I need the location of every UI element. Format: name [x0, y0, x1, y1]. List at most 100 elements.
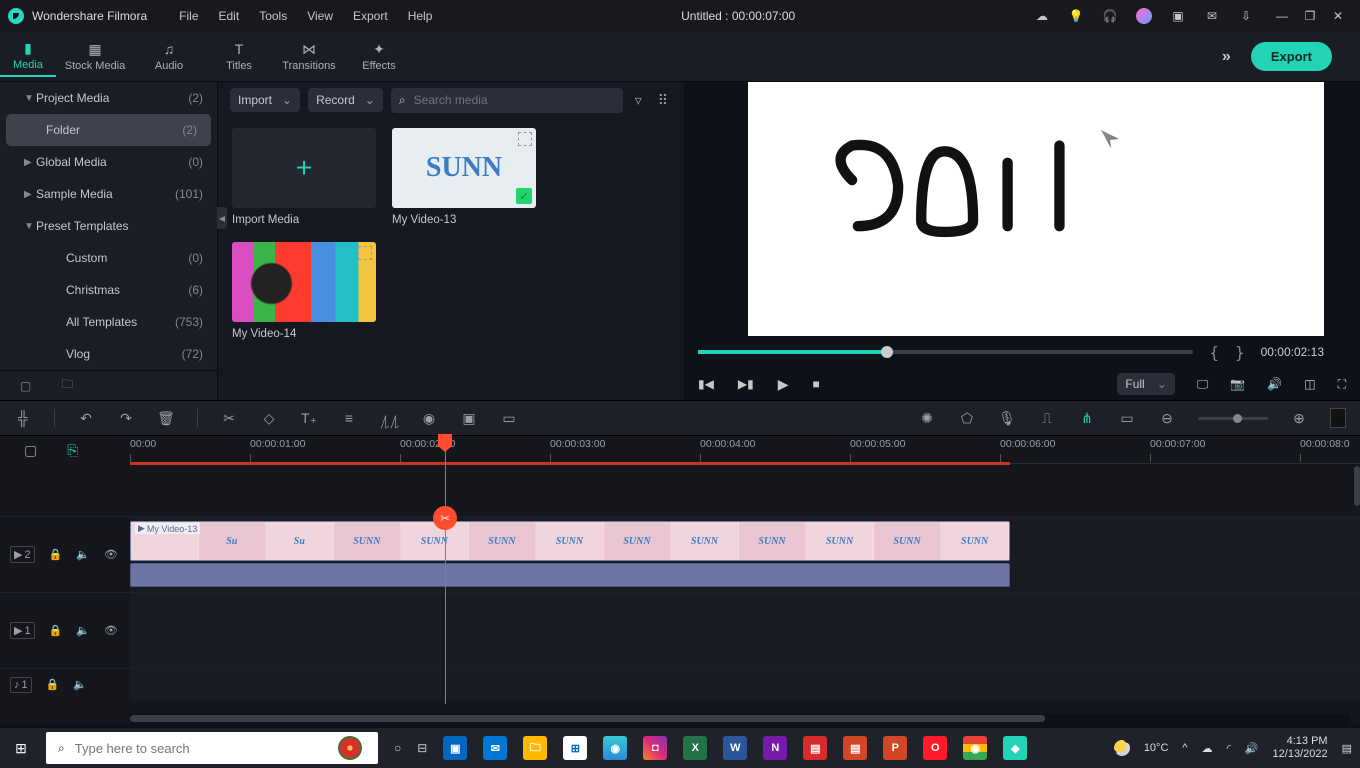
menu-tools[interactable]: Tools: [249, 9, 297, 23]
search-media-input[interactable]: ⌕: [391, 88, 623, 113]
crop-icon[interactable]: ◇: [260, 410, 278, 427]
marker-icon[interactable]: ⬠: [958, 410, 976, 427]
search-field[interactable]: [414, 93, 615, 107]
app-store-icon[interactable]: ▣: [443, 736, 467, 760]
compare-icon[interactable]: ◫: [1304, 377, 1315, 391]
stop-button[interactable]: ■: [812, 377, 819, 391]
mark-in-button[interactable]: {: [1209, 343, 1219, 362]
text-tool-icon[interactable]: T₊: [300, 410, 318, 427]
maximize-button[interactable]: ❐: [1296, 9, 1324, 23]
record-dropdown[interactable]: Record⌄: [308, 88, 383, 112]
next-frame-button[interactable]: ▶▮: [738, 377, 754, 391]
media-tile-video14[interactable]: My Video-14: [232, 242, 376, 340]
tab-effects[interactable]: ✦ Effects: [344, 37, 414, 76]
folder-icon[interactable]: 🗀: [61, 375, 73, 396]
lock-icon[interactable]: 🔒: [49, 548, 63, 561]
wifi-icon[interactable]: ◜: [1227, 742, 1231, 755]
green-screen-icon[interactable]: ▣: [460, 410, 478, 427]
menu-export[interactable]: Export: [343, 9, 398, 23]
mail-icon[interactable]: ✉: [1204, 8, 1220, 24]
media-tile-video13[interactable]: SUNN ✓ My Video-13: [392, 128, 536, 226]
volume-tray-icon[interactable]: 🔊: [1245, 742, 1259, 755]
tree-sample-media[interactable]: ▶Sample Media(101): [0, 178, 217, 210]
notifications-icon[interactable]: ▤: [1342, 742, 1352, 755]
tab-stock-media[interactable]: ▦ Stock Media: [56, 37, 134, 76]
tree-folder[interactable]: Folder(2): [6, 114, 211, 146]
split-icon[interactable]: ✂: [220, 410, 238, 427]
menu-file[interactable]: File: [169, 9, 208, 23]
voice-icon[interactable]: 🎙: [998, 410, 1016, 427]
export-button[interactable]: Export: [1251, 42, 1332, 71]
tree-vlog[interactable]: Vlog(72): [0, 338, 217, 370]
track-audio1-label[interactable]: ♪ 1: [10, 677, 32, 693]
idea-icon[interactable]: 💡: [1068, 8, 1084, 24]
play-button[interactable]: ▶: [778, 376, 789, 393]
start-button[interactable]: ⊞: [0, 728, 42, 768]
tab-media[interactable]: ▮ Media: [0, 36, 56, 77]
save-icon[interactable]: ▣: [1170, 8, 1186, 24]
preview-scrubber[interactable]: [698, 350, 1193, 354]
app-filmora-icon[interactable]: ◆: [1003, 736, 1027, 760]
display-icon[interactable]: 🖵: [1197, 377, 1209, 392]
tree-project-media[interactable]: ▼Project Media(2): [0, 82, 217, 114]
redo-icon[interactable]: ↷: [117, 410, 135, 427]
app-opera-icon[interactable]: O: [923, 736, 947, 760]
zoom-in-icon[interactable]: ⊕: [1290, 410, 1308, 427]
tray-chevron-icon[interactable]: ^: [1182, 742, 1187, 754]
volume-icon[interactable]: 🔊: [1267, 377, 1282, 391]
import-media-tile[interactable]: + Import Media: [232, 128, 376, 226]
audio-mixer-icon[interactable]: ⎍: [1038, 410, 1056, 427]
mute-icon[interactable]: 🔈: [76, 548, 90, 561]
taskbar-search[interactable]: ⌕: [46, 732, 378, 764]
task-view-icon[interactable]: ⊟: [417, 741, 427, 755]
speed-icon[interactable]: ≡: [340, 410, 358, 426]
delete-icon[interactable]: 🗑: [157, 410, 175, 427]
tree-preset-templates[interactable]: ▼Preset Templates: [0, 210, 217, 242]
timeline-hscroll[interactable]: [130, 714, 1350, 724]
mute-icon[interactable]: 🔈: [73, 678, 87, 691]
menu-view[interactable]: View: [297, 9, 343, 23]
undo-icon[interactable]: ↶: [77, 410, 95, 427]
timeline-mode-icon[interactable]: [1330, 408, 1346, 428]
app-powerpoint2-icon[interactable]: ▤: [843, 736, 867, 760]
download-icon[interactable]: ⇩: [1238, 8, 1254, 24]
tab-audio[interactable]: ♫ Audio: [134, 37, 204, 76]
taskbar-search-input[interactable]: [75, 741, 315, 756]
adjust-icon[interactable]: ႔႔: [380, 408, 398, 429]
collapse-sidebar-icon[interactable]: ◀: [217, 207, 227, 229]
lock-icon[interactable]: 🔒: [46, 678, 60, 691]
app-chrome-icon[interactable]: ◉: [963, 736, 987, 760]
playhead-split-icon[interactable]: ✂: [433, 506, 457, 530]
render-icon[interactable]: ▭: [1118, 410, 1136, 427]
link-icon[interactable]: ▢: [24, 442, 37, 459]
mark-out-button[interactable]: }: [1235, 343, 1245, 362]
cortana-icon[interactable]: ○: [394, 741, 401, 755]
track-video2-label[interactable]: ▶ 2: [10, 546, 35, 563]
track-video1-label[interactable]: ▶ 1: [10, 622, 35, 639]
snapshot-icon[interactable]: 📷: [1230, 377, 1245, 391]
filter-icon[interactable]: ▿: [631, 92, 646, 109]
mute-icon[interactable]: 🔈: [76, 624, 90, 637]
zoom-slider[interactable]: [1198, 417, 1268, 420]
color-icon[interactable]: ◉: [420, 410, 438, 427]
tree-global-media[interactable]: ▶Global Media(0): [0, 146, 217, 178]
tab-titles[interactable]: T Titles: [204, 37, 274, 76]
detach-audio-icon[interactable]: ▭: [500, 410, 518, 427]
close-button[interactable]: ✕: [1324, 9, 1352, 23]
tab-transitions[interactable]: ⋈ Transitions: [274, 37, 344, 76]
app-pdf-icon[interactable]: ▤: [803, 736, 827, 760]
menu-edit[interactable]: Edit: [209, 9, 250, 23]
timeline-ruler[interactable]: 00:00 00:00:01:00 00:00:02:00 00:00:03:0…: [130, 436, 1360, 464]
auto-ripple-icon[interactable]: ⋔: [1078, 410, 1096, 427]
tray-clock[interactable]: 4:13 PM 12/13/2022: [1273, 735, 1328, 761]
tree-custom[interactable]: Custom(0): [0, 242, 217, 274]
app-edge-icon[interactable]: ◉: [603, 736, 627, 760]
app-excel-icon[interactable]: X: [683, 736, 707, 760]
app-onenote-icon[interactable]: N: [763, 736, 787, 760]
manage-tracks-icon[interactable]: ╬: [14, 410, 32, 426]
audio-clip[interactable]: [130, 563, 1010, 587]
magnet-icon[interactable]: ⎘: [67, 442, 78, 459]
headphones-icon[interactable]: 🎧: [1102, 8, 1118, 24]
lock-icon[interactable]: 🔒: [49, 624, 63, 637]
prev-frame-button[interactable]: ▮◀: [698, 377, 714, 391]
